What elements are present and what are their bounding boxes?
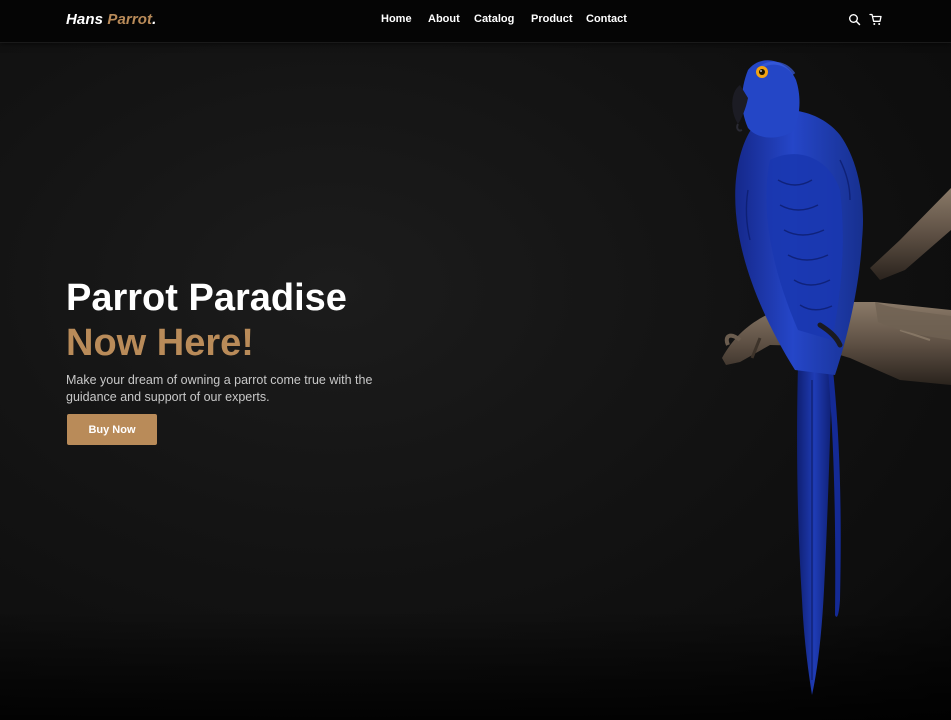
main-nav: Home About Catalog Product Contact	[0, 12, 951, 26]
nav-link-home[interactable]: Home	[381, 12, 412, 26]
buy-now-button[interactable]: Buy Now	[67, 414, 157, 445]
navbar: Hans Parrot. Home About Catalog Product …	[0, 0, 951, 43]
nav-link-about[interactable]: About	[428, 12, 460, 26]
search-icon[interactable]	[848, 13, 861, 26]
hero-title-line2: Now Here!	[66, 322, 254, 364]
hero-description: Make your dream of owning a parrot come …	[66, 373, 373, 404]
cart-icon[interactable]	[869, 13, 882, 26]
page: Hans Parrot. Home About Catalog Product …	[0, 0, 951, 720]
nav-link-catalog[interactable]: Catalog	[474, 12, 514, 26]
nav-link-contact[interactable]: Contact	[586, 12, 627, 26]
hero-title: Parrot Paradise Now Here!	[66, 276, 347, 366]
nav-link-product[interactable]: Product	[531, 12, 573, 26]
parrot-image	[700, 40, 951, 700]
hero-title-line1: Parrot Paradise	[66, 277, 347, 319]
